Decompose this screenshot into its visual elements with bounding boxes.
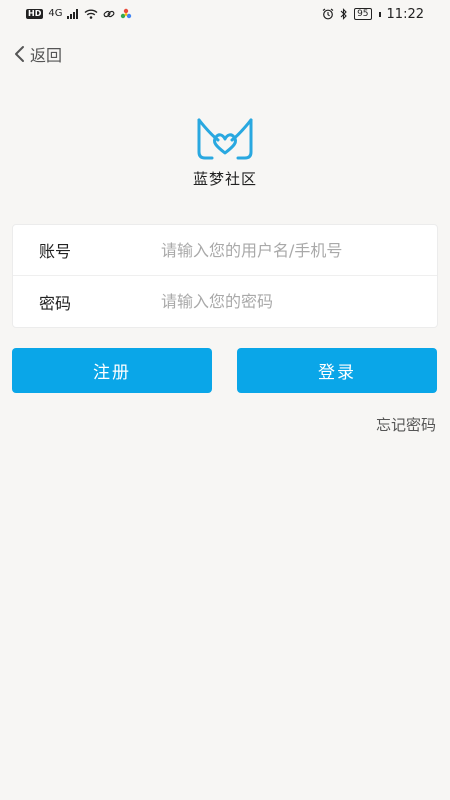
battery-icon: 95 bbox=[354, 8, 372, 20]
wifi-icon bbox=[85, 9, 98, 19]
password-label: 密码 bbox=[39, 293, 72, 313]
status-bar: HD 4G 95 11:22 bbox=[0, 0, 450, 28]
status-right: 95 11:22 bbox=[322, 7, 450, 22]
app-notification-icon bbox=[121, 8, 132, 19]
login-form: 账号 密码 bbox=[12, 224, 438, 328]
battery-tip bbox=[378, 11, 381, 17]
account-label: 账号 bbox=[39, 242, 72, 261]
chevron-left-icon bbox=[15, 46, 24, 62]
forgot-password-link[interactable]: 忘记密码 bbox=[376, 414, 436, 435]
login-button[interactable]: 登录 bbox=[237, 348, 437, 393]
password-input[interactable] bbox=[161, 281, 437, 322]
alarm-icon bbox=[322, 8, 334, 20]
signal-icon bbox=[67, 9, 79, 19]
back-label: 返回 bbox=[30, 46, 63, 65]
register-button[interactable]: 注册 bbox=[12, 348, 212, 393]
back-button[interactable]: 返回 bbox=[12, 40, 62, 68]
account-input[interactable] bbox=[161, 230, 437, 270]
password-row: 密码 bbox=[13, 276, 437, 327]
hd-badge: HD bbox=[26, 9, 44, 19]
app-name: 蓝梦社区 bbox=[192, 170, 257, 188]
account-row: 账号 bbox=[13, 225, 437, 276]
app-logo-icon bbox=[197, 118, 253, 160]
link-icon bbox=[104, 10, 115, 18]
bluetooth-icon bbox=[340, 8, 347, 20]
clock: 11:22 bbox=[386, 6, 424, 22]
status-left: HD 4G bbox=[0, 8, 132, 20]
battery-level: 95 bbox=[357, 9, 369, 19]
network-type: 4G bbox=[48, 8, 63, 19]
